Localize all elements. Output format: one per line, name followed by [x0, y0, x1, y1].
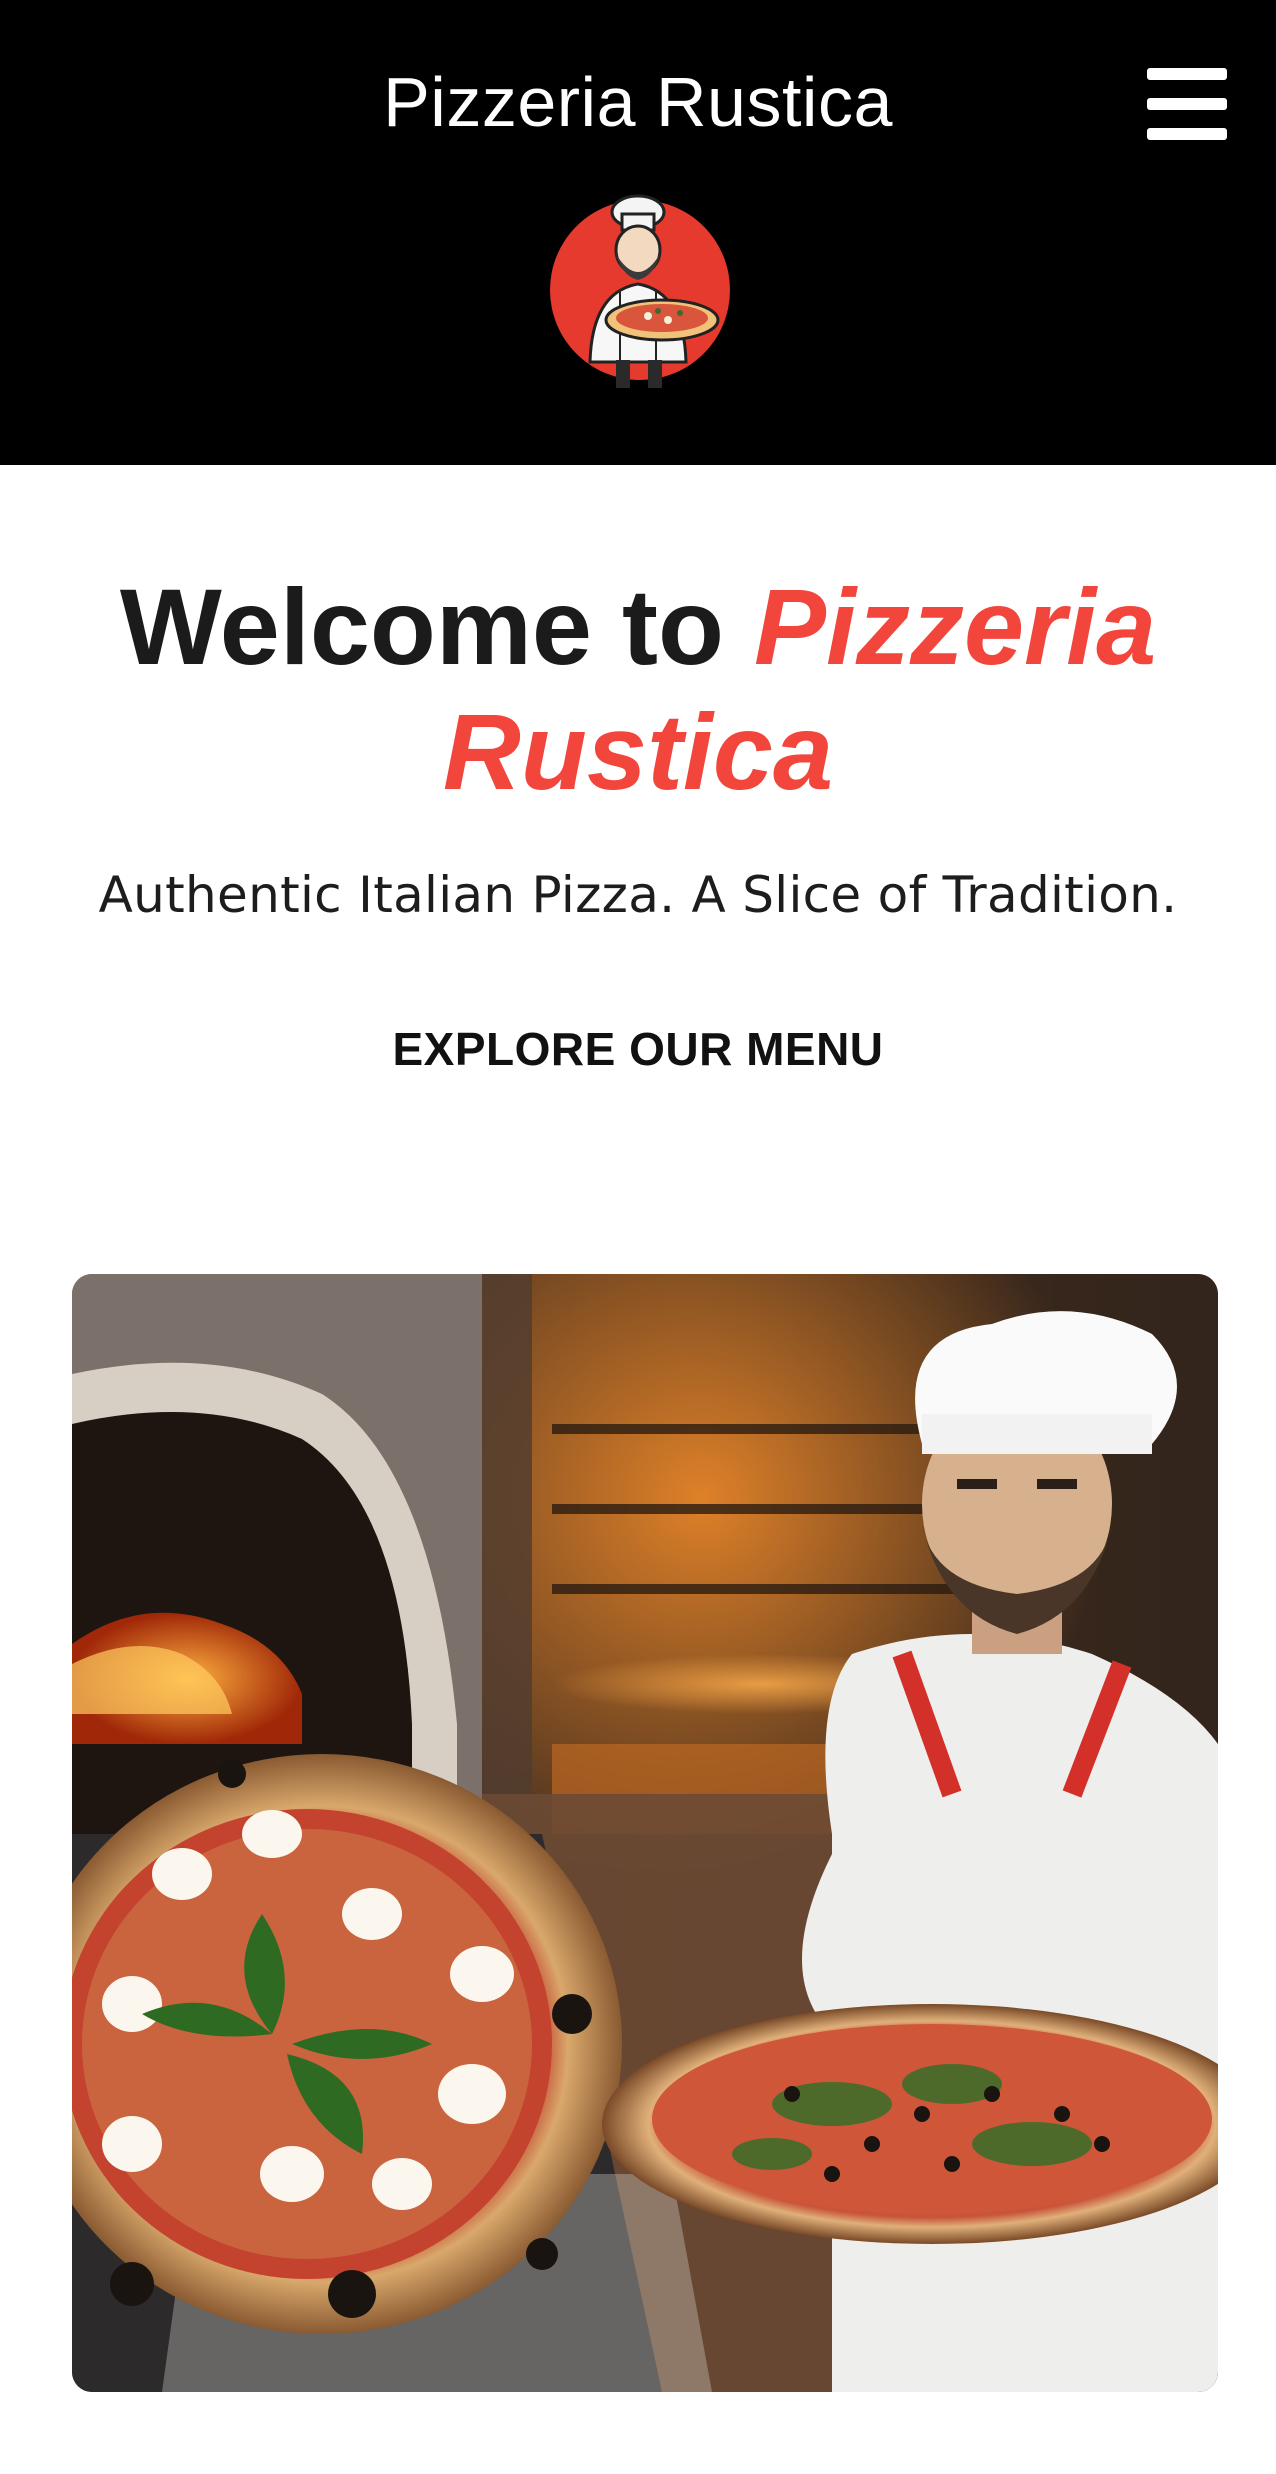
menu-bar — [1147, 128, 1227, 140]
hero-photo — [72, 1274, 1218, 2392]
hamburger-menu-icon[interactable] — [1147, 68, 1227, 140]
chef-pizza-image — [72, 1274, 1218, 2392]
site-title[interactable]: Pizzeria Rustica — [0, 62, 1276, 142]
site-header: Pizzeria Rustica — [0, 0, 1276, 465]
menu-bar — [1147, 98, 1227, 110]
hero-section: Welcome to Pizzeria Rustica Authentic It… — [0, 465, 1276, 1076]
hero-tagline: Authentic Italian Pizza. A Slice of Trad… — [98, 866, 1178, 924]
chef-logo-icon[interactable] — [550, 192, 735, 392]
menu-bar — [1147, 68, 1227, 80]
hero-title-prefix: Welcome to — [119, 566, 754, 687]
explore-menu-button[interactable]: EXPLORE OUR MENU — [392, 1022, 883, 1076]
hero-title: Welcome to Pizzeria Rustica — [0, 564, 1276, 814]
